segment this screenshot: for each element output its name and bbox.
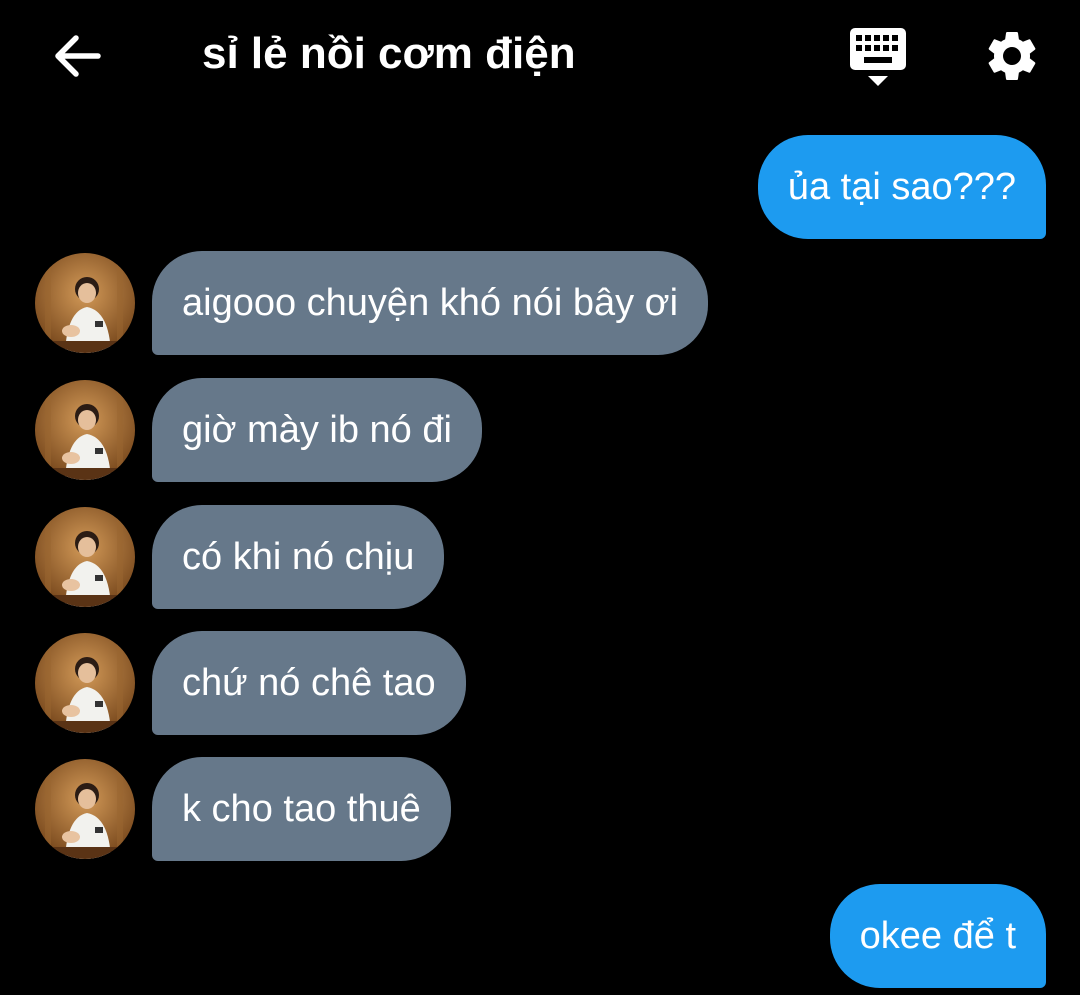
incoming-message[interactable]: chứ nó chê tao xyxy=(152,631,466,735)
gear-icon xyxy=(988,31,1036,80)
conversation-title: sỉ lẻ nồi cơm điện xyxy=(202,29,576,78)
incoming-message[interactable]: có khi nó chịu xyxy=(152,505,445,609)
back-button[interactable] xyxy=(50,28,106,84)
avatar-photo-icon xyxy=(35,380,135,480)
avatar-photo-icon xyxy=(35,759,135,859)
chat-header: sỉ lẻ nồi cơm điện xyxy=(0,0,1080,110)
avatar-photo-icon xyxy=(35,253,135,353)
outgoing-message[interactable]: okee để t xyxy=(829,884,1046,988)
arrow-left-icon xyxy=(55,35,101,77)
settings-button[interactable] xyxy=(982,26,1042,86)
outgoing-message[interactable]: ủa tại sao??? xyxy=(757,135,1046,239)
keyboard-toggle-button[interactable] xyxy=(846,26,910,90)
incoming-message[interactable]: giờ mày ib nó đi xyxy=(152,378,482,482)
contact-avatar[interactable] xyxy=(35,759,135,859)
avatar-photo-icon xyxy=(35,633,135,733)
contact-avatar[interactable] xyxy=(35,253,135,353)
avatar-photo-icon xyxy=(35,507,135,607)
keyboard-hide-icon xyxy=(850,28,906,86)
contact-avatar[interactable] xyxy=(35,507,135,607)
incoming-message[interactable]: aigooo chuyện khó nói bây ơi xyxy=(152,251,709,355)
incoming-message[interactable]: k cho tao thuê xyxy=(152,757,451,861)
contact-avatar[interactable] xyxy=(35,380,135,480)
contact-avatar[interactable] xyxy=(35,633,135,733)
